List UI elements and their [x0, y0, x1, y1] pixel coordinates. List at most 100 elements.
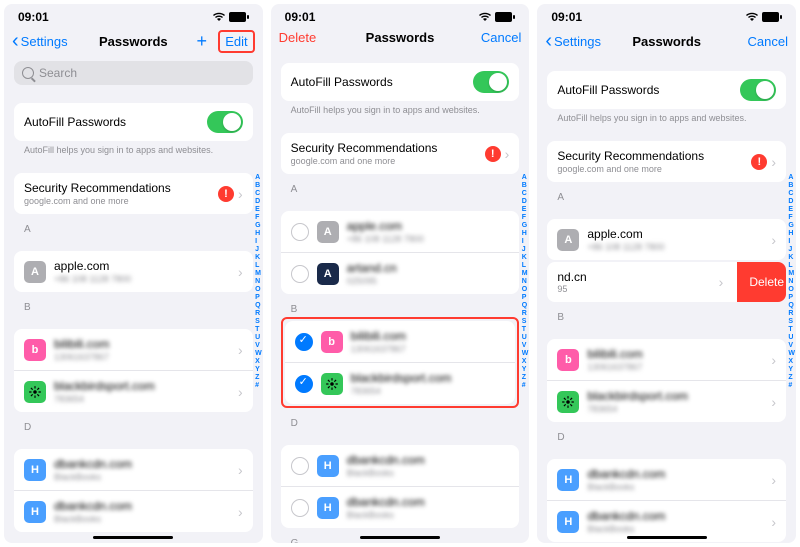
index-letter[interactable]: J: [522, 246, 529, 254]
autofill-row[interactable]: AutoFill Passwords: [547, 71, 786, 109]
index-letter[interactable]: Z: [255, 374, 262, 382]
index-letter[interactable]: B: [255, 182, 262, 190]
index-letter[interactable]: I: [522, 238, 529, 246]
index-letter[interactable]: P: [255, 294, 262, 302]
password-row-selectable[interactable]: H dbankcdn.comBlackBooks: [281, 445, 520, 487]
index-letter[interactable]: F: [788, 214, 795, 222]
index-letter[interactable]: M: [522, 270, 529, 278]
index-letter[interactable]: F: [255, 214, 262, 222]
home-indicator[interactable]: [627, 536, 707, 539]
select-radio-checked[interactable]: [295, 333, 313, 351]
password-row[interactable]: b bilibili.com13061637867 ›: [14, 329, 253, 371]
back-button[interactable]: Settings: [12, 30, 72, 53]
index-letter[interactable]: K: [255, 254, 262, 262]
index-letter[interactable]: Q: [788, 302, 795, 310]
index-letter[interactable]: #: [522, 382, 529, 390]
index-letter[interactable]: N: [522, 278, 529, 286]
password-row[interactable]: blackbirdsport.com783654 ›: [547, 381, 786, 422]
index-letter[interactable]: V: [522, 342, 529, 350]
password-row-selectable[interactable]: b bilibili.com13061637867: [285, 321, 516, 363]
index-letter[interactable]: X: [522, 358, 529, 366]
index-letter[interactable]: E: [522, 206, 529, 214]
password-row-selectable[interactable]: A artand.cn025095: [281, 253, 520, 294]
index-letter[interactable]: D: [788, 198, 795, 206]
index-letter[interactable]: V: [788, 342, 795, 350]
index-letter[interactable]: Q: [522, 302, 529, 310]
index-letter[interactable]: N: [788, 278, 795, 286]
password-row[interactable]: blackbirdsport.com783654 ›: [14, 371, 253, 412]
index-letter[interactable]: S: [255, 318, 262, 326]
select-radio[interactable]: [291, 265, 309, 283]
password-row[interactable]: H dbankcdn.comBlackBooks ›: [547, 459, 786, 501]
index-letter[interactable]: C: [255, 190, 262, 198]
index-letter[interactable]: R: [255, 310, 262, 318]
index-letter[interactable]: R: [788, 310, 795, 318]
index-letter[interactable]: I: [788, 238, 795, 246]
index-letter[interactable]: B: [788, 182, 795, 190]
index-letter[interactable]: L: [255, 262, 262, 270]
index-letter[interactable]: K: [788, 254, 795, 262]
index-letter[interactable]: L: [522, 262, 529, 270]
index-letter[interactable]: O: [255, 286, 262, 294]
password-row-swiped[interactable]: nd.cn 95 › Delete: [547, 262, 786, 302]
index-letter[interactable]: #: [788, 382, 795, 390]
index-letter[interactable]: Z: [522, 374, 529, 382]
index-letter[interactable]: S: [788, 318, 795, 326]
index-letter[interactable]: B: [522, 182, 529, 190]
select-radio[interactable]: [291, 457, 309, 475]
security-row[interactable]: Security Recommendationsgoogle.com and o…: [14, 173, 253, 214]
index-letter[interactable]: Z: [788, 374, 795, 382]
index-letter[interactable]: X: [255, 358, 262, 366]
index-letter[interactable]: G: [522, 222, 529, 230]
index-letter[interactable]: A: [255, 174, 262, 182]
index-letter[interactable]: T: [788, 326, 795, 334]
autofill-toggle[interactable]: [740, 79, 776, 101]
index-letter[interactable]: Y: [788, 366, 795, 374]
index-letter[interactable]: U: [788, 334, 795, 342]
index-letter[interactable]: H: [255, 230, 262, 238]
select-radio[interactable]: [291, 499, 309, 517]
index-letter[interactable]: X: [788, 358, 795, 366]
index-letter[interactable]: R: [522, 310, 529, 318]
index-letter[interactable]: J: [788, 246, 795, 254]
index-letter[interactable]: J: [255, 246, 262, 254]
index-letter[interactable]: E: [788, 206, 795, 214]
index-letter[interactable]: T: [255, 326, 262, 334]
index-letter[interactable]: F: [522, 214, 529, 222]
index-bar[interactable]: ABCDEFGHIJKLMNOPQRSTUVWXYZ#: [255, 174, 262, 390]
index-letter[interactable]: H: [788, 230, 795, 238]
index-letter[interactable]: P: [788, 294, 795, 302]
security-row[interactable]: Security Recommendationsgoogle.com and o…: [547, 141, 786, 182]
index-letter[interactable]: C: [788, 190, 795, 198]
security-row[interactable]: Security Recommendationsgoogle.com and o…: [281, 133, 520, 174]
password-row-selectable[interactable]: A apple.com+86 108 1128 7800: [281, 211, 520, 253]
index-letter[interactable]: W: [255, 350, 262, 358]
password-row-selectable[interactable]: blackbirdsport.com783654: [285, 363, 516, 404]
index-letter[interactable]: Y: [255, 366, 262, 374]
swipe-delete-button[interactable]: Delete: [737, 262, 786, 302]
index-letter[interactable]: W: [522, 350, 529, 358]
autofill-row[interactable]: AutoFill Passwords: [14, 103, 253, 141]
index-letter[interactable]: D: [255, 198, 262, 206]
index-bar[interactable]: ABCDEFGHIJKLMNOPQRSTUVWXYZ#: [788, 174, 795, 390]
index-bar[interactable]: ABCDEFGHIJKLMNOPQRSTUVWXYZ#: [522, 174, 529, 390]
index-letter[interactable]: #: [255, 382, 262, 390]
search-input[interactable]: Search: [14, 61, 253, 85]
back-button[interactable]: Settings: [545, 30, 605, 53]
index-letter[interactable]: T: [522, 326, 529, 334]
password-row[interactable]: H dbankcdn.comBlackBooks ›: [14, 491, 253, 532]
index-letter[interactable]: M: [788, 270, 795, 278]
delete-button[interactable]: Delete: [279, 30, 339, 45]
index-letter[interactable]: E: [255, 206, 262, 214]
index-letter[interactable]: O: [522, 286, 529, 294]
edit-button[interactable]: Edit: [218, 30, 254, 53]
index-letter[interactable]: K: [522, 254, 529, 262]
index-letter[interactable]: V: [255, 342, 262, 350]
index-letter[interactable]: W: [788, 350, 795, 358]
select-radio[interactable]: [291, 223, 309, 241]
index-letter[interactable]: N: [255, 278, 262, 286]
home-indicator[interactable]: [360, 536, 440, 539]
index-letter[interactable]: M: [255, 270, 262, 278]
index-letter[interactable]: S: [522, 318, 529, 326]
cancel-button[interactable]: Cancel: [728, 34, 788, 49]
